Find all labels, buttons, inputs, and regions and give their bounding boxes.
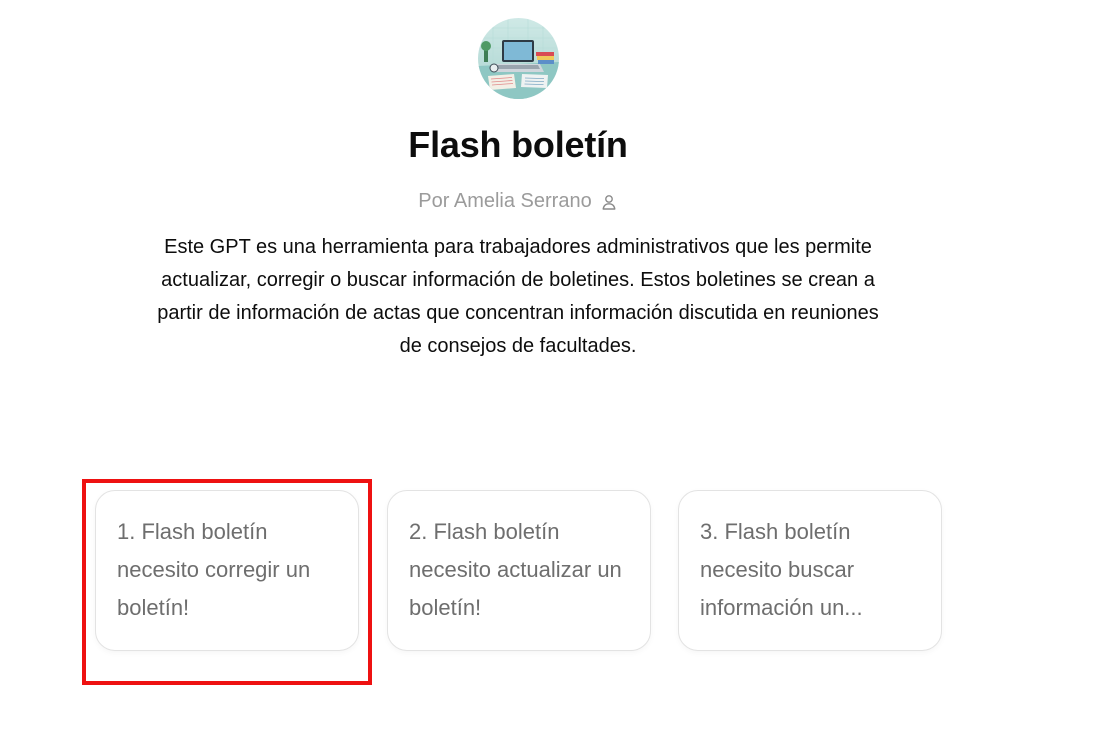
gpt-author[interactable]: Por Amelia Serrano [0,190,1036,213]
conversation-starter-label: 1. Flash boletín necesito corregir un bo… [117,519,311,620]
conversation-starter-label: 3. Flash boletín necesito buscar informa… [700,519,863,620]
gpt-title: Flash boletín [408,124,628,165]
conversation-starter-3[interactable]: 3. Flash boletín necesito buscar informa… [678,490,942,651]
conversation-starter-label: 2. Flash boletín necesito actualizar un … [409,519,622,620]
gpt-description: Este GPT es una herramienta para trabaja… [157,236,879,357]
user-icon [600,193,618,211]
gpt-avatar [478,18,559,99]
author-name[interactable]: Por Amelia Serrano [418,190,591,213]
gpt-landing-page: Flash boletín Por Amelia Serrano Este GP… [0,0,1102,742]
conversation-starter-2[interactable]: 2. Flash boletín necesito actualizar un … [387,490,651,651]
conversation-starter-1[interactable]: 1. Flash boletín necesito corregir un bo… [95,490,359,651]
desk-laptop-illustration-icon [478,18,559,99]
